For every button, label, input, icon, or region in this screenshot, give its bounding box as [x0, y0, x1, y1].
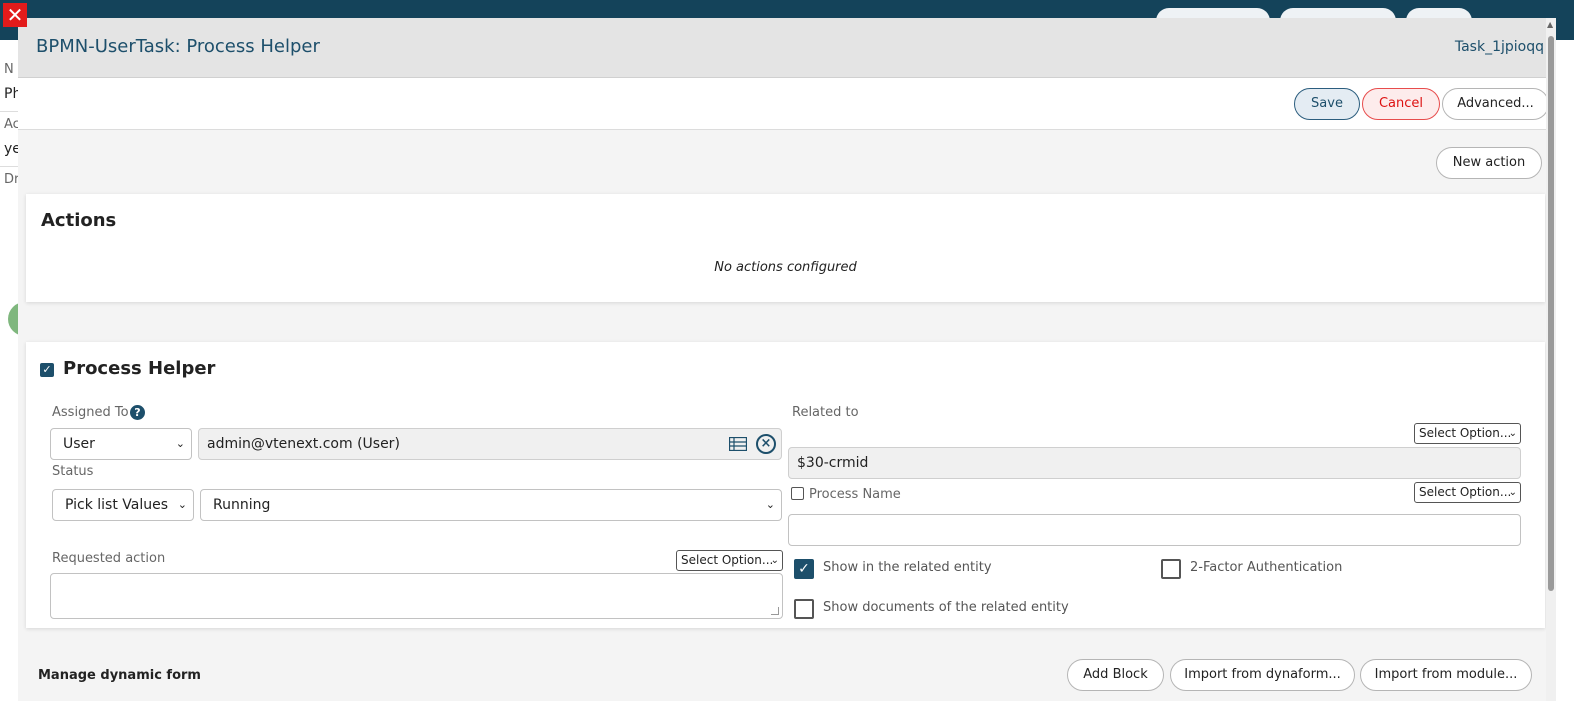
show-in-related-label: Show in the related entity	[823, 560, 992, 575]
task-id: Task_1jpioqq	[1454, 39, 1544, 55]
cancel-button[interactable]: Cancel	[1362, 88, 1440, 120]
show-in-related-checkbox[interactable]: ✓	[794, 559, 814, 579]
process-name-label: Process Name	[809, 487, 901, 502]
show-documents-label: Show documents of the related entity	[823, 600, 1069, 615]
modal-title: BPMN-UserTask: Process Helper	[36, 36, 320, 57]
process-name-option-select[interactable]: Select Option... ⌄	[1414, 482, 1521, 503]
status-select[interactable]: Running ⌄	[200, 489, 782, 521]
add-block-button[interactable]: Add Block	[1067, 659, 1164, 691]
help-icon[interactable]: ?	[130, 405, 145, 420]
modal-scrollbar[interactable]: ▲	[1546, 18, 1556, 701]
import-dynaform-button[interactable]: Import from dynaform...	[1170, 659, 1355, 691]
list-icon[interactable]	[729, 437, 747, 451]
status-value: Running	[213, 497, 271, 513]
new-action-button[interactable]: New action	[1436, 147, 1542, 179]
assigned-to-field[interactable]: admin@vtenext.com (User)	[198, 428, 782, 460]
process-name-input[interactable]	[788, 514, 1521, 546]
clear-icon[interactable]: ×	[756, 434, 776, 454]
requested-action-option-value: Select Option...	[681, 553, 774, 567]
close-icon[interactable]: ✕	[3, 3, 27, 27]
process-helper-enabled-checkbox[interactable]: ✓	[40, 363, 54, 377]
process-name-option-value: Select Option...	[1419, 485, 1512, 499]
requested-action-option-select[interactable]: Select Option... ⌄	[676, 550, 783, 571]
modal-toolbar: Save Cancel Advanced...	[18, 78, 1556, 130]
background-divider	[0, 166, 18, 167]
process-name-checkbox[interactable]	[791, 487, 804, 500]
two-factor-checkbox[interactable]	[1161, 559, 1181, 579]
scroll-up-icon[interactable]: ▲	[1547, 20, 1553, 29]
assigned-to-label: Assigned To	[52, 405, 129, 420]
save-button[interactable]: Save	[1294, 88, 1360, 120]
background-left-panel: N Ph Ac ye Dr	[0, 40, 21, 701]
chevron-down-icon: ⌄	[770, 555, 779, 566]
related-to-value: $30-crmid	[797, 455, 869, 471]
two-factor-label: 2-Factor Authentication	[1190, 560, 1343, 575]
assigned-to-type-value: User	[63, 436, 95, 452]
bpmn-usertask-modal: BPMN-UserTask: Process Helper Task_1jpio…	[18, 18, 1556, 701]
chevron-down-icon: ⌄	[1508, 428, 1517, 439]
resize-handle-icon[interactable]	[771, 607, 779, 615]
process-helper-card: ✓ Process Helper Assigned To ? User ⌄ ad…	[26, 342, 1545, 628]
modal-header: BPMN-UserTask: Process Helper Task_1jpio…	[18, 18, 1556, 78]
status-source-select[interactable]: Pick list Values ⌄	[52, 489, 194, 521]
advanced-button[interactable]: Advanced...	[1442, 88, 1549, 120]
process-helper-title: Process Helper	[63, 358, 216, 379]
show-documents-checkbox[interactable]	[794, 599, 814, 619]
requested-action-label: Requested action	[52, 551, 166, 566]
requested-action-textarea[interactable]	[50, 573, 783, 619]
no-actions-message: No actions configured	[714, 260, 857, 275]
related-to-field[interactable]: $30-crmid	[788, 447, 1521, 479]
status-label: Status	[52, 464, 94, 479]
scrollbar-thumb[interactable]	[1548, 36, 1554, 591]
status-source-value: Pick list Values	[65, 497, 169, 513]
background-divider	[0, 111, 18, 112]
chevron-down-icon: ⌄	[765, 498, 775, 511]
chevron-down-icon: ⌄	[1508, 487, 1517, 498]
related-to-option-select[interactable]: Select Option... ⌄	[1414, 423, 1521, 444]
assigned-to-value: admin@vtenext.com (User)	[207, 436, 400, 452]
chevron-down-icon: ⌄	[175, 437, 185, 450]
actions-card: Actions No actions configured	[26, 194, 1545, 302]
actions-title: Actions	[41, 210, 117, 231]
related-to-label: Related to	[792, 405, 859, 420]
import-module-button[interactable]: Import from module...	[1360, 659, 1532, 691]
dynamic-form-title: Manage dynamic form	[38, 668, 201, 683]
chevron-down-icon: ⌄	[177, 498, 187, 511]
related-to-option-value: Select Option...	[1419, 426, 1512, 440]
assigned-to-type-select[interactable]: User ⌄	[50, 428, 192, 460]
background-fragment: N	[4, 62, 14, 77]
